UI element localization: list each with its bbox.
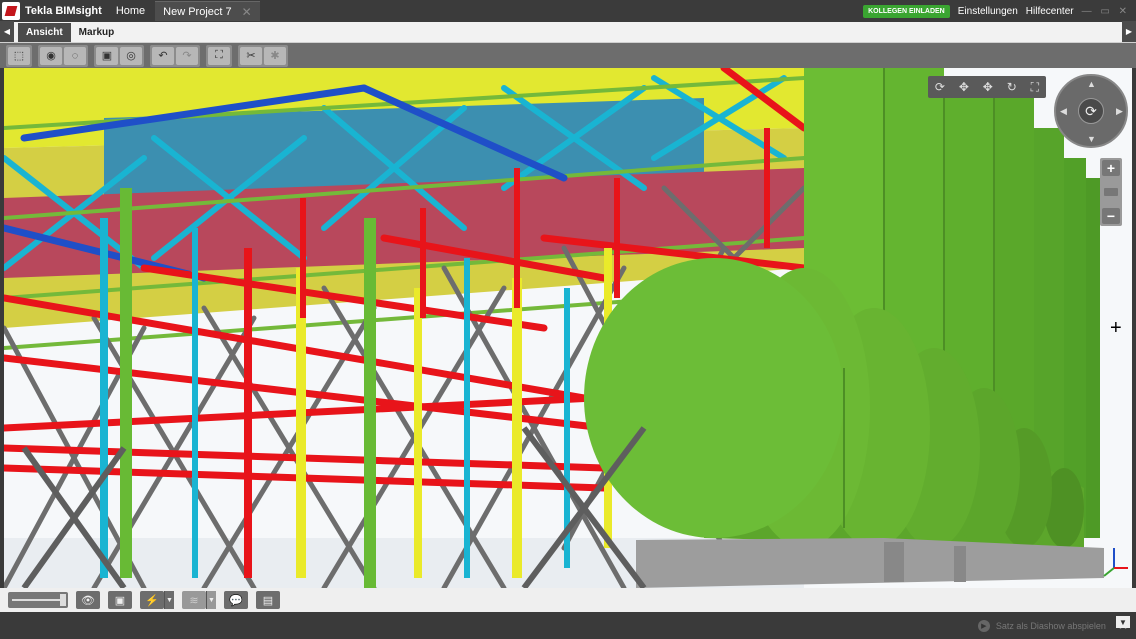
model-scene[interactable] — [4, 68, 1132, 588]
chevron-down-icon[interactable]: ▼ — [206, 591, 216, 609]
slideshow-label: Satz als Diashow abspielen — [995, 620, 1106, 631]
zoom-out-icon[interactable]: − — [1102, 208, 1120, 224]
wireframe-icon[interactable]: ≋ — [182, 591, 206, 609]
slider-thumb[interactable] — [60, 594, 66, 606]
close-tab-icon[interactable]: ✕ — [242, 5, 252, 19]
lightning-icon[interactable]: ⚡ — [140, 591, 164, 609]
crosshair-cursor-icon: + — [1110, 317, 1122, 339]
view-icon[interactable]: ◎ — [120, 46, 142, 65]
slideshow-control[interactable]: ▶ Satz als Diashow abspielen ✕ — [977, 619, 1128, 633]
hide-icon[interactable]: ◌ — [64, 46, 86, 65]
title-bar: Tekla BIMsight Home New Project 7 ✕ KOLL… — [0, 0, 1136, 22]
help-center-link[interactable]: Hilfecenter — [1026, 6, 1074, 17]
document-icon[interactable]: ▤ — [256, 591, 280, 609]
navigation-wheel[interactable]: ▲ ▼ ◀ ▶ ⟳ — [1054, 74, 1128, 148]
undo-icon[interactable]: ↶ — [152, 46, 174, 65]
chevron-down-icon[interactable]: ▼ — [164, 591, 174, 609]
fit-icon[interactable]: ⛶ — [208, 46, 230, 65]
orbit-icon[interactable]: ↻ — [1007, 80, 1017, 94]
document-tab[interactable]: New Project 7 ✕ — [155, 1, 260, 21]
pan-icon[interactable]: ✥ — [959, 80, 969, 94]
wireframe-split-button[interactable]: ≋ ▼ — [182, 591, 216, 609]
ribbon-collapse-left-icon[interactable]: ◀ — [0, 21, 14, 42]
app-name: Tekla BIMsight — [25, 5, 102, 17]
rotate-icon[interactable]: ⟳ — [935, 80, 945, 94]
ribbon-collapse-right-icon[interactable]: ▶ — [1122, 21, 1136, 42]
lightning-split-button[interactable]: ⚡ ▼ — [140, 591, 174, 609]
document-tab-label: New Project 7 — [163, 5, 232, 18]
settings-link[interactable]: Einstellungen — [958, 6, 1018, 17]
main-toolbar: ⬚ ◉ ◌ ▣ ◎ ↶ ↷ ⛶ ✂ ✱ — [0, 43, 1136, 68]
move-icon[interactable]: ✥ — [983, 80, 993, 94]
window-controls[interactable]: — ▭ ✕ — [1082, 6, 1130, 17]
bottom-toolbar: 👁 ▣ ⚡ ▼ ≋ ▼ 💬 ▤ — [0, 588, 1136, 612]
redo-icon[interactable]: ↷ — [176, 46, 198, 65]
clip-icon[interactable]: ✱ — [264, 46, 286, 65]
select-box-icon[interactable]: ⬚ — [8, 46, 30, 65]
measure-icon[interactable]: ✂ — [240, 46, 262, 65]
zoom-slider-handle[interactable] — [1104, 188, 1118, 196]
expand-panel-icon[interactable]: ▼ — [1116, 616, 1130, 628]
box-icon[interactable]: ▣ — [108, 591, 132, 609]
play-icon[interactable]: ▶ — [977, 619, 990, 632]
navigation-tools: ⟳ ✥ ✥ ↻ ⛶ — [928, 76, 1046, 98]
snapshot-icon[interactable]: ▣ — [96, 46, 118, 65]
chevron-right-icon[interactable]: ▶ — [1116, 106, 1123, 117]
reset-view-icon[interactable]: ⟳ — [1078, 98, 1104, 124]
comment-icon[interactable]: 💬 — [224, 591, 248, 609]
status-bar: ▶ Satz als Diashow abspielen ✕ — [0, 612, 1136, 639]
ribbon-tab-bar: ◀ Ansicht Markup ▶ — [0, 21, 1136, 43]
zoom-control: + − — [1100, 158, 1122, 226]
fullscreen-icon[interactable]: ⛶ — [1031, 80, 1039, 95]
chevron-up-icon[interactable]: ▲ — [1087, 79, 1096, 89]
chevron-down-icon[interactable]: ▼ — [1087, 134, 1096, 144]
3d-viewport[interactable]: ⟳ ✥ ✥ ↻ ⛶ ▲ ▼ ◀ ▶ ⟳ + − + — [4, 68, 1132, 588]
show-icon[interactable]: ◉ — [40, 46, 62, 65]
transparency-slider[interactable] — [8, 592, 68, 608]
tab-ansicht[interactable]: Ansicht — [18, 23, 71, 42]
eye-icon[interactable]: 👁 — [76, 591, 100, 609]
tab-markup[interactable]: Markup — [71, 23, 123, 42]
app-logo — [2, 2, 20, 20]
axis-indicator-icon — [1103, 548, 1128, 577]
zoom-in-icon[interactable]: + — [1102, 160, 1120, 176]
invite-colleagues-button[interactable]: KOLLEGEN EINLADEN — [863, 4, 950, 18]
home-tab[interactable]: Home — [116, 5, 145, 17]
chevron-left-icon[interactable]: ◀ — [1060, 106, 1067, 117]
